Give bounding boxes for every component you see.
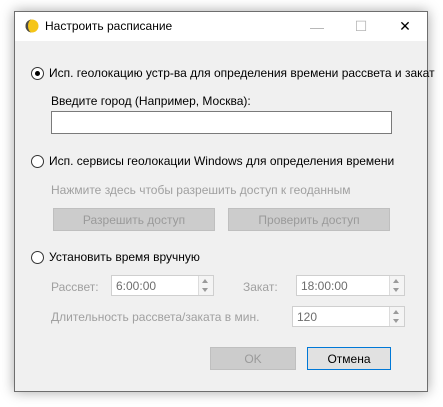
- title-bar[interactable]: Настроить расписание — ☐ ✕: [15, 12, 427, 41]
- close-button[interactable]: ✕: [383, 12, 427, 41]
- minimize-button[interactable]: —: [295, 12, 339, 41]
- chevron-up-icon[interactable]: [202, 279, 208, 283]
- sunrise-time-picker[interactable]: 6:00:00: [111, 275, 214, 296]
- sunrise-label: Рассвет:: [51, 280, 99, 294]
- check-access-button[interactable]: Проверить доступ: [228, 208, 390, 231]
- allow-access-label: Разрешить доступ: [82, 212, 186, 227]
- cancel-label: Отмена: [327, 351, 371, 366]
- sunset-value: 18:00:00: [301, 279, 348, 293]
- city-input[interactable]: [51, 111, 392, 134]
- window-title: Настроить расписание: [45, 19, 173, 33]
- duration-stepper[interactable]: 120: [292, 306, 405, 327]
- ok-button[interactable]: OK: [210, 347, 296, 370]
- half-moon-icon: [25, 19, 39, 33]
- geo-windows-label[interactable]: Исп. сервисы геолокации Windows для опре…: [49, 154, 394, 168]
- duration-spinner[interactable]: [389, 307, 404, 326]
- sunset-label: Закат:: [243, 280, 278, 294]
- duration-value: 120: [297, 310, 318, 324]
- sunrise-value: 6:00:00: [116, 279, 157, 293]
- sunset-time-picker[interactable]: 18:00:00: [296, 275, 405, 296]
- manual-radio[interactable]: [31, 251, 44, 264]
- maximize-icon: ☐: [354, 18, 368, 34]
- city-label: Введите город (Например, Москва):: [51, 94, 251, 108]
- cancel-button[interactable]: Отмена: [307, 347, 391, 370]
- chevron-down-icon[interactable]: [202, 288, 208, 292]
- ok-label: OK: [244, 351, 262, 366]
- chevron-down-icon[interactable]: [393, 319, 399, 323]
- minimize-icon: —: [310, 18, 324, 35]
- manual-label[interactable]: Установить время вручную: [49, 250, 200, 264]
- close-icon: ✕: [399, 18, 411, 34]
- schedule-dialog: Настроить расписание — ☐ ✕ Исп. геолокац…: [14, 11, 435, 392]
- geo-access-hint: Нажмите здесь чтобы разрешить доступ к г…: [51, 183, 351, 197]
- check-access-label: Проверить доступ: [258, 212, 360, 227]
- chevron-down-icon[interactable]: [393, 288, 399, 292]
- maximize-button[interactable]: ☐: [339, 12, 383, 41]
- allow-access-button[interactable]: Разрешить доступ: [53, 208, 215, 231]
- chevron-up-icon[interactable]: [393, 310, 399, 314]
- geo-windows-radio[interactable]: [31, 155, 44, 168]
- duration-label: Длительность рассвета/заката в мин.: [51, 310, 260, 324]
- sunset-spinner[interactable]: [389, 276, 404, 295]
- chevron-up-icon[interactable]: [393, 279, 399, 283]
- geo-device-label[interactable]: Исп. геолокацию устр-ва для определения …: [49, 66, 435, 80]
- sunrise-spinner[interactable]: [198, 276, 213, 295]
- geo-device-radio[interactable]: [31, 67, 44, 80]
